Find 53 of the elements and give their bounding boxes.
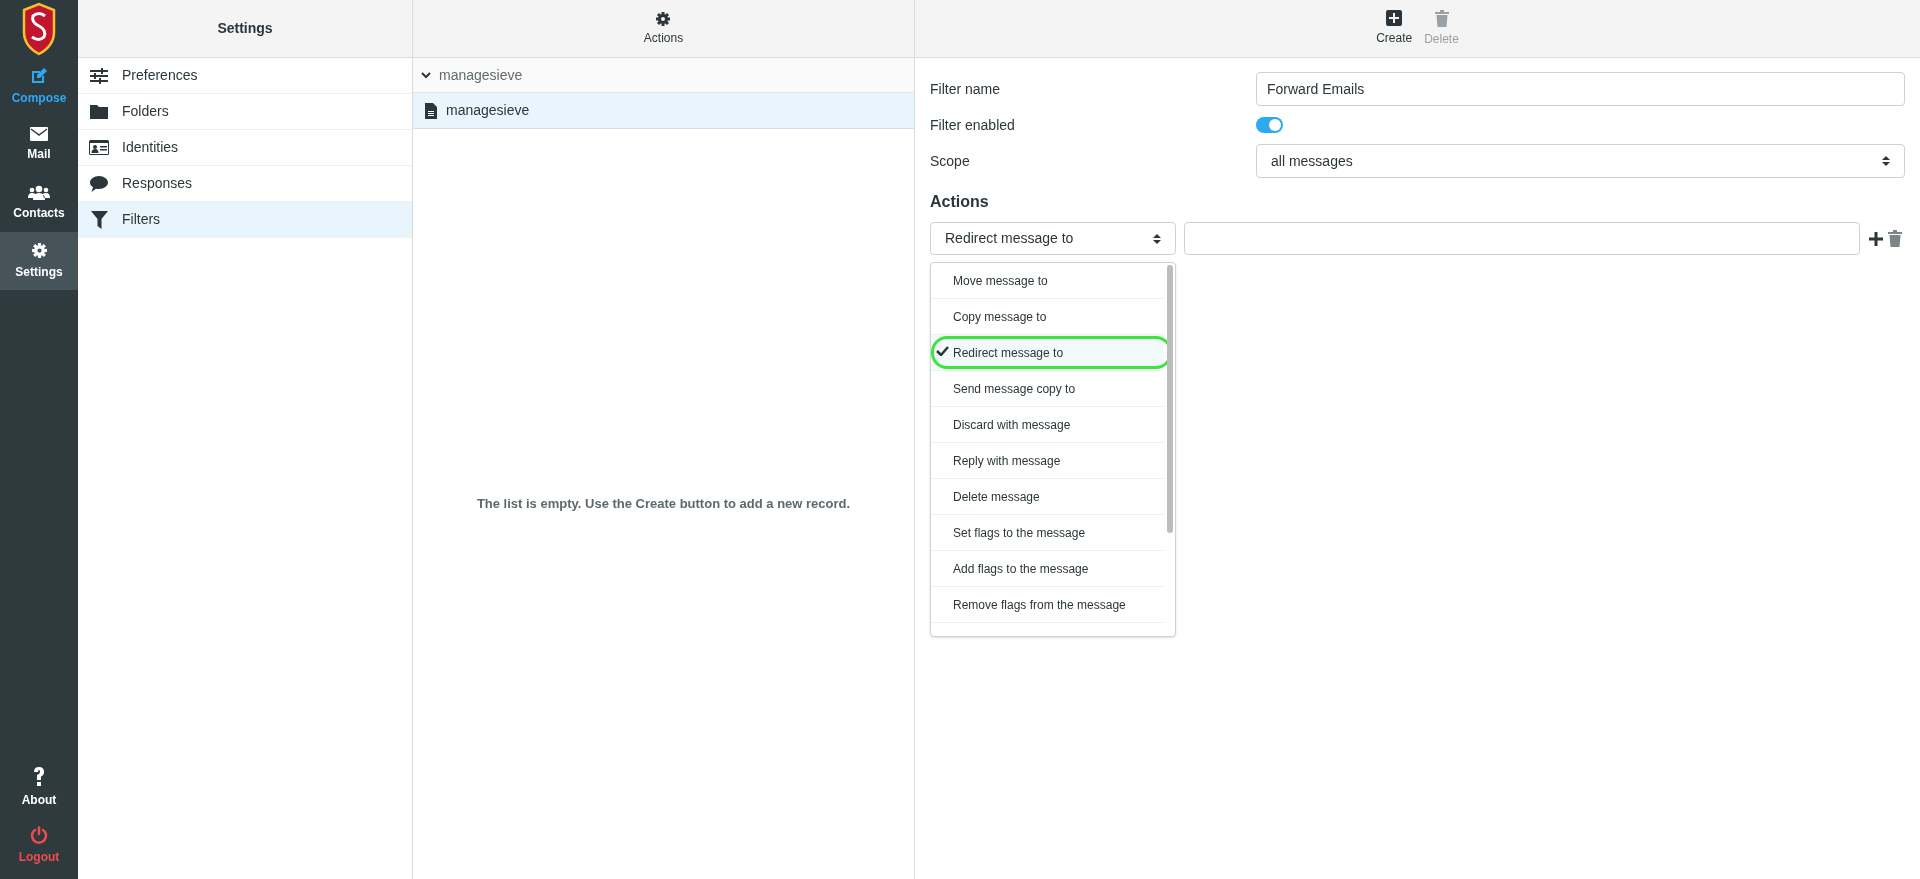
document-icon xyxy=(425,102,437,119)
empty-message: The list is empty. Use the Create button to add a new record. xyxy=(476,495,851,514)
dropdown-option[interactable]: Move message to xyxy=(931,263,1164,299)
edit-icon xyxy=(30,67,48,85)
dropdown-option[interactable]: Redirect message to xyxy=(931,335,1164,371)
create-button[interactable]: Create xyxy=(1376,10,1413,47)
scope-select[interactable]: all messages xyxy=(1256,144,1905,178)
action-select[interactable]: Redirect message to xyxy=(930,222,1176,255)
section-heading: Actions xyxy=(930,192,990,212)
shield-logo xyxy=(21,2,57,56)
dropdown-option[interactable]: Delete message xyxy=(931,479,1164,515)
group-header[interactable]: managesieve xyxy=(413,58,914,93)
toggle-switch[interactable] xyxy=(1256,117,1283,133)
nav-button[interactable]: About xyxy=(0,759,78,817)
dropdown-option[interactable]: Add flags to the message xyxy=(931,551,1164,587)
scrollbar[interactable] xyxy=(1167,265,1173,533)
people-icon xyxy=(28,184,50,200)
dropdown-option[interactable]: Remove flags from the message xyxy=(931,587,1164,623)
sliders-icon xyxy=(90,67,108,84)
checkmark-icon xyxy=(936,345,949,356)
sort-caret-icon xyxy=(1153,232,1161,245)
field-label: Scope xyxy=(930,151,971,171)
plus-square-icon xyxy=(1386,10,1403,26)
add-icon[interactable] xyxy=(1868,230,1884,247)
power-icon xyxy=(30,826,48,844)
dropdown-option[interactable]: Send message copy to xyxy=(931,371,1164,407)
action-target-field[interactable] xyxy=(1184,222,1860,255)
folder-icon xyxy=(90,104,108,119)
funnel-icon xyxy=(90,210,108,229)
sort-caret-icon xyxy=(1882,155,1890,167)
actions-button[interactable]: Actions xyxy=(643,10,684,47)
settings-item[interactable]: Filters xyxy=(78,202,412,238)
filter-set-item[interactable]: managesieve xyxy=(413,93,914,129)
envelope-icon xyxy=(30,127,48,141)
trash-icon[interactable] xyxy=(1888,230,1902,247)
dropdown-option[interactable]: Set flags to the message xyxy=(931,515,1164,551)
nav-button[interactable]: Compose xyxy=(0,58,78,116)
filter-name-field[interactable]: Forward Emails xyxy=(1256,72,1905,106)
field-label: Filter name xyxy=(930,79,1002,99)
panel-title: Settings xyxy=(217,19,273,38)
settings-icon xyxy=(655,10,672,27)
nav-button[interactable]: Contacts xyxy=(0,174,78,232)
field-label: Filter enabled xyxy=(930,115,1016,135)
nav-button[interactable]: Mail xyxy=(0,116,78,174)
dropdown-option[interactable]: Discard with message xyxy=(931,407,1164,443)
trash-icon xyxy=(1434,9,1449,27)
id-card-icon xyxy=(89,140,109,155)
chevron-down-icon xyxy=(421,71,431,79)
speech-bubble-icon xyxy=(90,175,108,192)
nav-button[interactable]: Settings xyxy=(0,232,78,290)
question-icon xyxy=(33,767,45,787)
settings-icon xyxy=(30,241,48,259)
dropdown-option[interactable]: Reply with message xyxy=(931,443,1164,479)
